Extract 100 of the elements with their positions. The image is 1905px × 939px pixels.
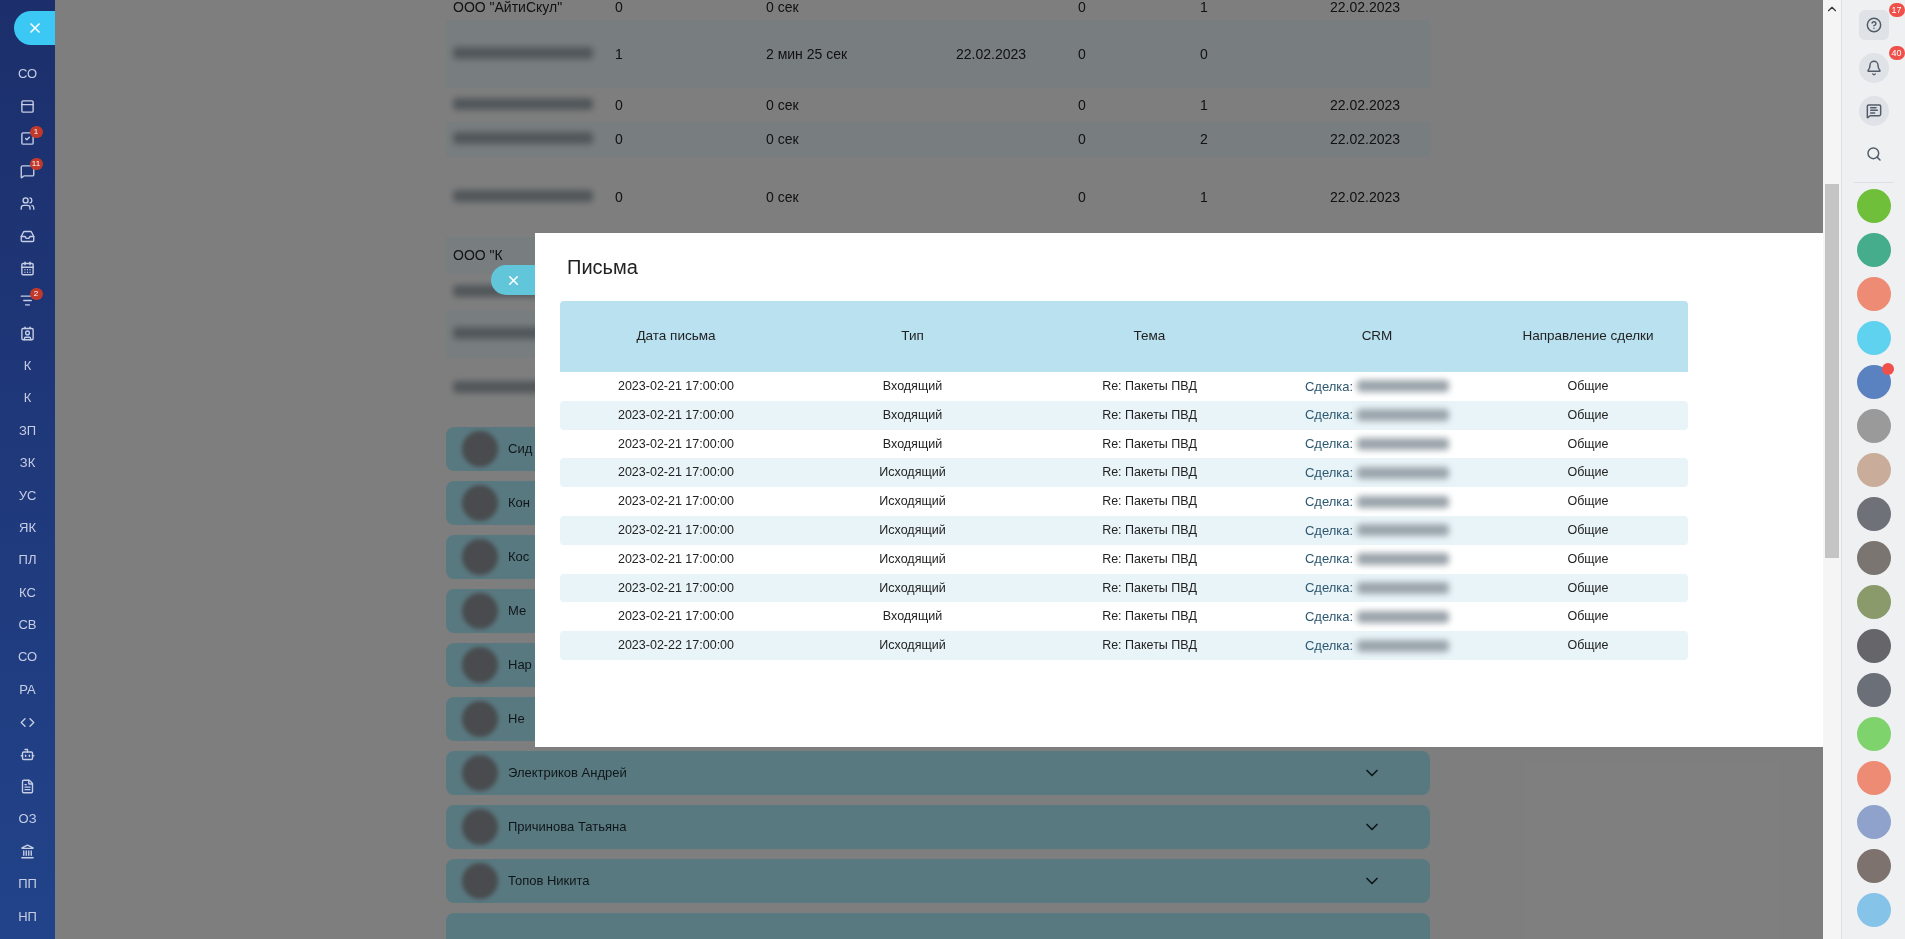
- sidebar-item[interactable]: ОЗ: [18, 803, 37, 836]
- avatar: [462, 431, 498, 467]
- scrollbar-thumb[interactable]: [1825, 184, 1839, 558]
- sidebar-item[interactable]: НП: [18, 900, 37, 933]
- table-cell-text: Re: Пакеты ПВД: [1101, 378, 1198, 395]
- crm-label: Сделка:: [1304, 406, 1354, 425]
- table-cell: 0: [1200, 45, 1208, 62]
- crm-label: Сделка:: [1304, 435, 1354, 454]
- avatar: [462, 593, 498, 629]
- sidebar-item[interactable]: ЗП: [18, 414, 37, 447]
- avatar[interactable]: [1856, 497, 1891, 531]
- table-cell-text: Общие: [1566, 406, 1610, 424]
- contact-card-icon: [20, 325, 35, 341]
- table-cell: 0: [1078, 0, 1086, 15]
- sidebar-item[interactable]: ПЛ: [18, 543, 37, 577]
- employee-card[interactable]: Электриков Андрей: [446, 751, 1430, 795]
- sidebar-item[interactable]: КС: [19, 576, 36, 609]
- table-cell: 0: [1078, 188, 1086, 205]
- table-cell-text: Исходящий: [878, 522, 947, 539]
- table-cell-text: 2023-02-21 17:00:00: [616, 493, 736, 511]
- sidebar-icon-button[interactable]: [1858, 53, 1889, 83]
- sidebar-item[interactable]: РА: [19, 673, 36, 706]
- sidebar-icon-button[interactable]: 2: [12, 284, 43, 318]
- avatar[interactable]: [1856, 849, 1891, 883]
- table-cell: 22.02.2023: [1330, 0, 1401, 15]
- sidebar-item[interactable]: СВ: [18, 608, 37, 642]
- table-cell-text: Общие: [1566, 637, 1610, 655]
- table-cell-text: Re: Пакеты ПВД: [1101, 522, 1198, 539]
- table-cell: 1: [1200, 0, 1208, 15]
- table-cell: 0: [615, 96, 623, 113]
- table-cell: 2 мин 25 сек: [766, 45, 848, 62]
- avatar[interactable]: [1856, 409, 1891, 443]
- table-cell-text: 2023-02-21 17:00:00: [616, 579, 736, 597]
- table-cell-text: Исходящий: [878, 493, 947, 511]
- document-icon: [20, 779, 35, 795]
- filter-icon: [20, 293, 35, 309]
- count-badge: 11: [29, 158, 43, 171]
- table-cell: 1: [1200, 96, 1208, 113]
- avatar: [462, 863, 498, 899]
- sidebar-icon-button[interactable]: [1858, 10, 1889, 40]
- table-cell-text: 2023-02-21 17:00:00: [616, 550, 736, 568]
- table-cell: 22.02.2023: [1330, 131, 1401, 147]
- close-button[interactable]: [491, 265, 535, 295]
- employee-name: Электриков Андрей: [508, 764, 627, 783]
- avatar[interactable]: [1856, 365, 1891, 399]
- sidebar-item[interactable]: К: [23, 381, 32, 415]
- table-cell-text: Исходящий: [878, 579, 947, 597]
- employee-name: Причинова Татьяна: [508, 818, 627, 837]
- sidebar-icon-button[interactable]: 1: [12, 122, 43, 156]
- crm-label: Сделка:: [1304, 464, 1354, 483]
- avatar[interactable]: [1856, 541, 1891, 575]
- employee-card[interactable]: Топов Никита: [446, 859, 1430, 903]
- avatar: [462, 647, 498, 683]
- avatar[interactable]: [1856, 233, 1891, 267]
- table-cell: 0: [615, 0, 623, 15]
- table-cell-text: Общие: [1566, 608, 1610, 626]
- table-cell-text: Общие: [1566, 378, 1610, 395]
- employee-card[interactable]: Причинова Татьяна: [446, 805, 1430, 849]
- table-cell-text: Общие: [1566, 579, 1610, 597]
- table-cell-text: Исходящий: [878, 550, 947, 568]
- employee-name: Не: [508, 710, 525, 729]
- avatar: [462, 485, 498, 521]
- sidebar-item[interactable]: СО: [17, 641, 38, 674]
- table-cell: ООО "К: [453, 247, 503, 263]
- sidebar-item[interactable]: УС: [18, 479, 37, 512]
- scrollbar[interactable]: [1823, 0, 1841, 939]
- avatar: [462, 755, 498, 791]
- table-cell-text: Входящий: [881, 378, 944, 395]
- table-cell: 22.02.2023: [1330, 188, 1401, 205]
- table-cell: 0 сек: [766, 96, 799, 113]
- sidebar-item[interactable]: К: [23, 349, 32, 382]
- table-cell-text: 2023-02-22 17:00:00: [616, 637, 736, 655]
- table-cell-text: Re: Пакеты ПВД: [1101, 579, 1198, 597]
- table-cell: 1: [615, 45, 623, 62]
- sidebar-item[interactable]: СО: [17, 58, 38, 91]
- employee-name: Топов Никита: [508, 872, 590, 891]
- sidebar-item[interactable]: ПП: [18, 867, 37, 901]
- sidebar-item[interactable]: ЯК: [19, 511, 36, 544]
- avatar[interactable]: [1856, 585, 1891, 619]
- crm-label: Сделка:: [1304, 579, 1354, 598]
- sidebar-item[interactable]: ЗК: [19, 446, 36, 480]
- sidebar-icon-button[interactable]: 11: [12, 155, 43, 188]
- avatar: [462, 539, 498, 575]
- table-cell-text: Re: Пакеты ПВД: [1101, 406, 1198, 424]
- table-cell-text: Re: Пакеты ПВД: [1101, 464, 1198, 482]
- employee-name: Сид: [508, 440, 533, 459]
- checkbox-icon: [20, 131, 35, 147]
- employee-name: Кон: [508, 494, 530, 513]
- table-cell-text: Входящий: [881, 608, 944, 626]
- crm-label: Сделка:: [1304, 377, 1354, 396]
- column-header: CRM: [1360, 327, 1394, 346]
- avatar: [462, 701, 498, 737]
- table-cell: 0: [615, 131, 623, 147]
- avatar[interactable]: [1856, 673, 1891, 707]
- crm-label: Сделка:: [1304, 550, 1354, 569]
- avatar[interactable]: [1856, 629, 1891, 663]
- avatar[interactable]: [1856, 805, 1891, 839]
- close-button[interactable]: [14, 11, 55, 45]
- sidebar-icon-button[interactable]: [1858, 96, 1889, 126]
- tray-icon: [20, 228, 35, 244]
